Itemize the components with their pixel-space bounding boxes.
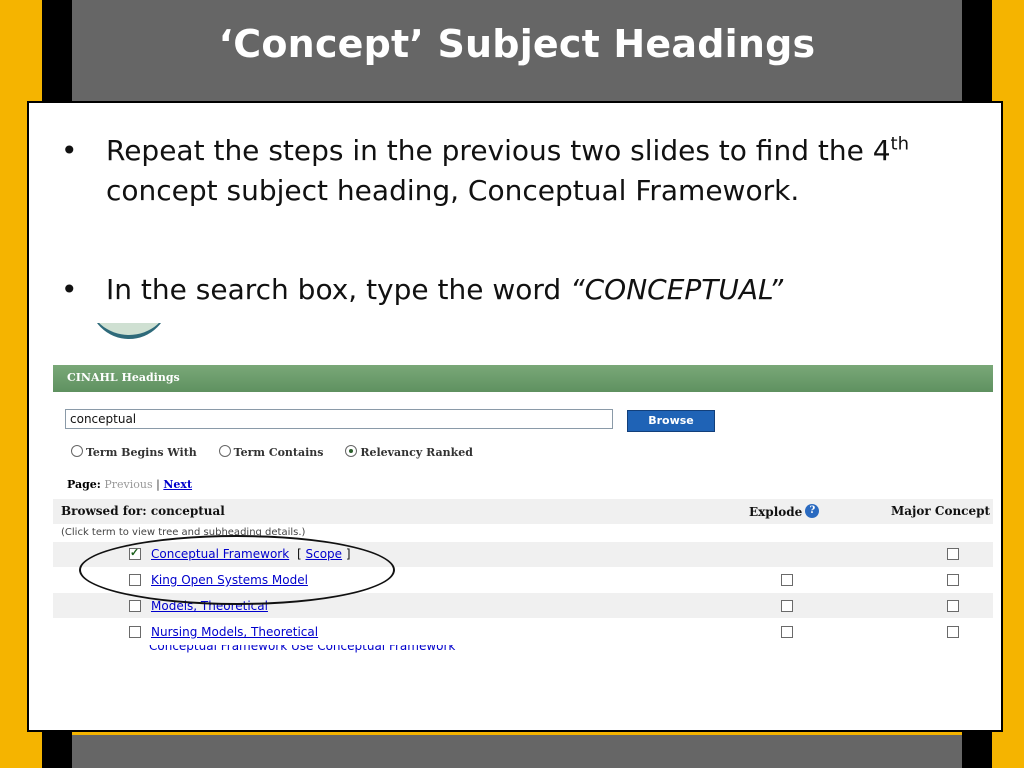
pagination: Page: Previous | Next: [67, 478, 192, 491]
search-mode-radios: Term Begins With Term Contains Relevancy…: [71, 445, 491, 459]
slide-content: • Repeat the steps in the previous two s…: [27, 101, 1003, 732]
bullet-2-em: “CONCEPTUAL”: [570, 273, 784, 306]
bullet-1-text: Repeat the steps in the previous two sli…: [106, 131, 956, 211]
browsed-for-label: Browsed for: conceptual: [61, 504, 225, 518]
term-checkbox[interactable]: [129, 600, 141, 612]
highlight-ellipse: [79, 535, 395, 605]
radio-icon: [71, 445, 83, 457]
explode-checkbox[interactable]: [781, 600, 793, 612]
bullet-dot: •: [61, 134, 78, 167]
bullet-2-text: In the search box, type the word “CONCEP…: [106, 270, 956, 310]
bullet-1-sup: th: [890, 133, 910, 155]
radio-term-begins-with[interactable]: Term Begins With: [71, 445, 197, 459]
major-concept-checkbox[interactable]: [947, 600, 959, 612]
cinahl-screenshot: CINAHL Headings Browse Term Begins With …: [53, 323, 993, 653]
bullet-2-main: In the search box, type the word: [106, 273, 571, 306]
explode-checkbox[interactable]: [781, 626, 793, 638]
radio-selected-icon: [345, 445, 358, 457]
explode-checkbox[interactable]: [781, 574, 793, 586]
term-link-nursing-models-theoretical[interactable]: Nursing Models, Theoretical: [151, 625, 318, 639]
explode-header: Explode?: [749, 504, 820, 519]
term-checkbox[interactable]: [129, 626, 141, 638]
radio-icon: [218, 445, 231, 457]
radio-term-contains[interactable]: Term Contains: [218, 445, 324, 459]
radio-label: Term Begins With: [86, 446, 197, 459]
browse-button[interactable]: Browse: [627, 410, 715, 432]
explode-label: Explode: [749, 505, 803, 519]
slide-title: ‘Concept’ Subject Headings: [218, 22, 816, 66]
cut-off-term: Conceptual Framework Use Conceptual Fram…: [149, 645, 456, 653]
bullet-1-tail: concept subject heading, Conceptual Fram…: [106, 174, 800, 207]
previous-link: Previous: [104, 478, 153, 491]
major-concept-checkbox[interactable]: [947, 626, 959, 638]
help-icon[interactable]: ?: [805, 504, 820, 518]
bullet-dot: •: [61, 273, 78, 306]
radio-label: Relevancy Ranked: [360, 446, 473, 459]
cinahl-header-bar: [53, 365, 993, 392]
major-concept-header: Major Concept: [891, 504, 991, 518]
bullet-1-main: Repeat the steps in the previous two sli…: [106, 134, 891, 167]
table-row-cut-off: Conceptual Framework Use Conceptual Fram…: [53, 645, 993, 653]
major-concept-checkbox[interactable]: [947, 574, 959, 586]
major-concept-checkbox[interactable]: [947, 548, 959, 560]
cinahl-section-label: CINAHL Headings: [67, 371, 180, 384]
search-input[interactable]: [65, 409, 613, 429]
radio-relevancy-ranked[interactable]: Relevancy Ranked: [345, 445, 473, 459]
page-label: Page:: [67, 478, 101, 491]
page-separator: |: [156, 478, 160, 491]
bottom-bar: [72, 735, 962, 768]
next-link[interactable]: Next: [163, 478, 192, 491]
radio-label: Term Contains: [233, 446, 324, 459]
logo-icon: [89, 323, 169, 339]
